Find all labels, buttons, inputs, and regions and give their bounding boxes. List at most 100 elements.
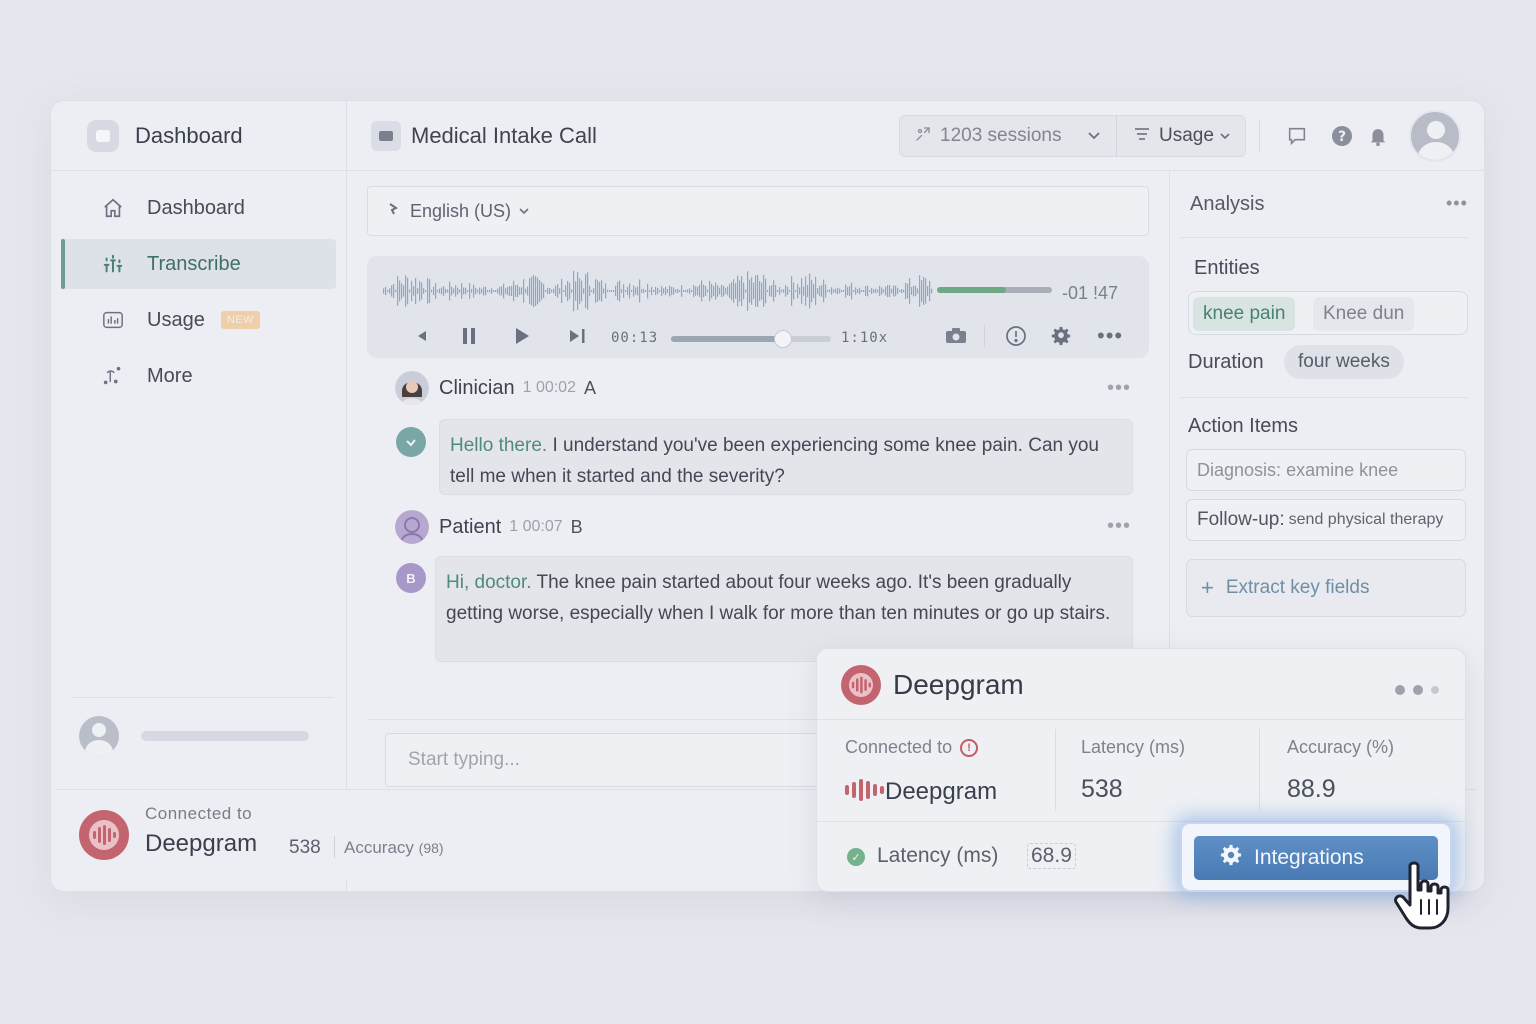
clinician-avatar: [395, 371, 429, 405]
pause-icon[interactable]: [461, 326, 477, 346]
sidebar-item-transcribe[interactable]: Transcribe: [61, 239, 336, 289]
language-label: English (US): [410, 200, 512, 221]
microphone-icon: [388, 202, 398, 221]
message-bubble: Hello there. I understand you've been ex…: [439, 419, 1133, 495]
accuracy-value: (98): [418, 840, 444, 856]
action-item[interactable]: Follow-up: send physical therapy: [1186, 499, 1466, 541]
brand[interactable]: Dashboard: [51, 101, 346, 171]
sessions-dropdown[interactable]: 1203 sessions: [900, 116, 1117, 156]
sidebar-item-label: More: [147, 364, 193, 387]
entities-title: Entities: [1194, 257, 1260, 279]
play-icon[interactable]: [513, 326, 531, 346]
footer-latency-value: 68.9: [1027, 843, 1076, 869]
action-key: Follow-up:: [1197, 509, 1285, 530]
speaker-name: Clinician: [439, 376, 515, 399]
playback-speed[interactable]: 1:10x: [841, 330, 888, 346]
waveform[interactable]: [383, 268, 933, 314]
more-icon[interactable]: •••: [1097, 323, 1123, 348]
progress-handle[interactable]: [774, 330, 792, 348]
integrations-label: Integrations: [1254, 846, 1364, 869]
divider: [1055, 729, 1056, 811]
accuracy-value: 88.9: [1287, 775, 1336, 803]
divider: [984, 325, 985, 347]
action-items-title: Action Items: [1188, 415, 1299, 437]
new-badge: NEW: [220, 311, 260, 329]
player-controls: 00:13 1:10x •••: [367, 318, 1149, 354]
settings-icon[interactable]: [1051, 326, 1071, 346]
equalizer-icon: [101, 252, 125, 276]
sidebar-item-label: Dashboard: [147, 196, 245, 219]
deepgram-logo-icon: [841, 665, 881, 705]
progress-slider[interactable]: [671, 330, 831, 348]
check-circle-icon: ✓: [847, 848, 865, 866]
usage-dropdown[interactable]: Usage: [1117, 116, 1230, 156]
chat-icon[interactable]: [1285, 124, 1309, 148]
chevron-down-icon: [1087, 128, 1101, 144]
message-input[interactable]: [408, 749, 834, 771]
sidebar-user[interactable]: [71, 697, 334, 756]
progress-fill: [671, 336, 783, 342]
message-header: Patient 1 00:07 B: [395, 510, 583, 544]
user-name-placeholder: [141, 731, 309, 741]
sidebar-item-label: Usage: [147, 308, 205, 331]
message-bubble: Hi, doctor. The knee pain started about …: [435, 556, 1133, 662]
skip-forward-icon[interactable]: [567, 326, 587, 346]
avatar[interactable]: [79, 716, 119, 756]
usage-label: Usage: [1159, 125, 1214, 146]
message-input-wrapper: [385, 733, 835, 787]
divider: [1259, 729, 1260, 811]
speaker-name: Patient: [439, 515, 502, 538]
sidebar-item-usage[interactable]: Usage NEW: [61, 295, 336, 345]
avatar[interactable]: [1409, 110, 1461, 162]
session-usage-switcher: 1203 sessions Usage: [899, 115, 1246, 157]
plus-icon: +: [1201, 575, 1214, 600]
duration-chip[interactable]: four weeks: [1284, 345, 1404, 379]
chevron-down-icon: [519, 204, 529, 218]
action-item[interactable]: Diagnosis: examine knee: [1186, 449, 1466, 491]
footer-latency-label: Latency (ms): [877, 844, 999, 867]
bell-icon[interactable]: [1366, 124, 1390, 148]
deepgram-bars-icon: [845, 779, 884, 801]
accuracy-text: Accuracy: [344, 838, 414, 857]
duration-label: Duration: [1188, 351, 1264, 373]
current-time: 00:13: [611, 330, 659, 346]
entity-chip[interactable]: knee pain: [1193, 297, 1296, 331]
language-selector[interactable]: English (US): [367, 186, 1149, 236]
chart-icon: [101, 308, 125, 332]
message-more-icon[interactable]: •••: [1107, 377, 1131, 400]
accuracy-label: Accuracy (%): [1287, 737, 1395, 757]
more-icon[interactable]: [1395, 685, 1439, 695]
connected-to-text: Connected to: [845, 737, 953, 757]
audio-player: -01 !47 00:13 1:10x •••: [367, 256, 1149, 358]
camera-icon[interactable]: [945, 326, 967, 346]
connected-to-label: Connected to !: [845, 737, 979, 758]
sessions-count: 1203 sessions: [940, 125, 1062, 146]
volume-fill: [937, 287, 1006, 293]
sidebar-nav: Dashboard Transcribe Usage NEW More: [51, 171, 346, 401]
hand-cursor-icon: [1394, 861, 1450, 930]
latency-value: 538: [1081, 775, 1123, 803]
more-icon[interactable]: •••: [1446, 193, 1468, 214]
entities-box: knee pain Knee dun: [1188, 291, 1468, 335]
message-more-icon[interactable]: •••: [1107, 515, 1131, 538]
svg-text:?: ?: [1338, 129, 1346, 145]
action-key: Diagnosis:: [1197, 459, 1282, 480]
message-time: 1 00:02: [522, 379, 576, 396]
speaker-tag: A: [583, 377, 596, 398]
info-icon[interactable]: [1005, 326, 1027, 346]
extract-label: Extract key fields: [1225, 577, 1370, 598]
extract-key-fields-button[interactable]: + Extract key fields: [1186, 559, 1466, 617]
document-icon: [371, 120, 401, 151]
entity-chip[interactable]: Knee dun: [1313, 297, 1415, 331]
chevron-down-icon: [1220, 129, 1230, 143]
previous-icon[interactable]: [415, 326, 429, 346]
sidebar-item-more[interactable]: More: [61, 351, 336, 401]
connected-label: Connected to: [145, 804, 253, 823]
page-title: Medical Intake Call: [411, 122, 597, 148]
help-icon[interactable]: ?: [1330, 124, 1354, 148]
message-text: I understand you've been experiencing so…: [450, 435, 1099, 487]
analysis-panel: Analysis ••• Entities knee pain Knee dun…: [1169, 171, 1484, 719]
accuracy-label: Accuracy (98): [344, 838, 444, 858]
volume-bar[interactable]: [937, 287, 1052, 293]
sidebar-item-dashboard[interactable]: Dashboard: [61, 183, 336, 233]
